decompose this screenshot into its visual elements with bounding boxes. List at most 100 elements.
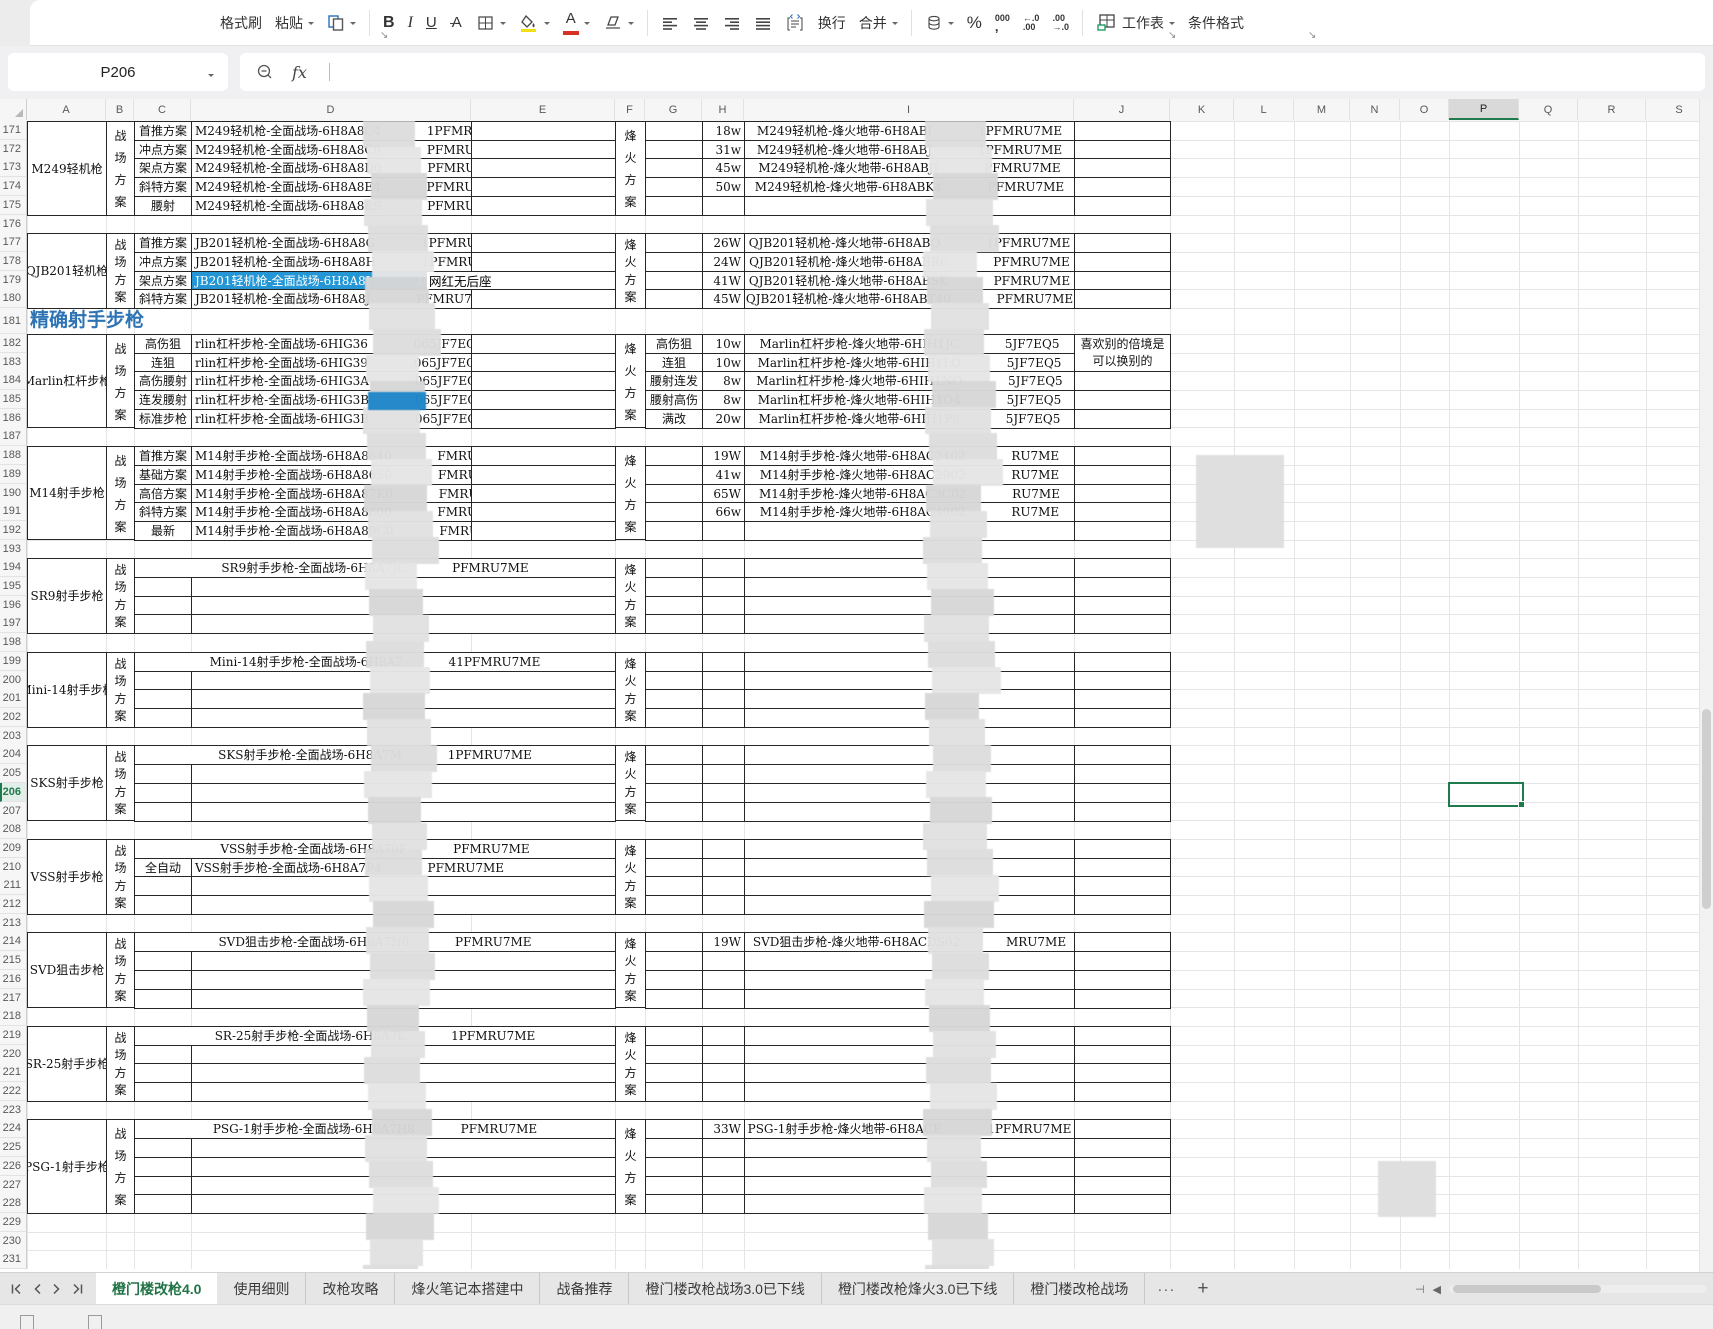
align-left-button[interactable]	[661, 16, 679, 30]
sheet-tab-0[interactable]: 橙门楼改枪4.0	[96, 1273, 218, 1305]
row-header-218[interactable]: 218	[0, 1007, 27, 1026]
col-header-F[interactable]: F	[615, 99, 645, 120]
search-icon[interactable]	[256, 63, 274, 81]
align-justify-button[interactable]	[754, 16, 772, 30]
dialog-launcher-icon[interactable]: ↘	[380, 30, 388, 41]
bold-button[interactable]: B	[383, 14, 395, 31]
col-header-B[interactable]: B	[106, 99, 134, 120]
prev-sheet-button[interactable]	[32, 1283, 42, 1295]
col-header-E[interactable]: E	[471, 99, 615, 120]
row-header-193[interactable]: 193	[0, 540, 27, 559]
thousands-separator-button[interactable]: 000,	[995, 14, 1010, 34]
decrease-decimal-button[interactable]: ←.0.00	[1023, 13, 1040, 32]
sheet-tab-1[interactable]: 使用细则	[217, 1273, 307, 1305]
add-sheet-button[interactable]: +	[1187, 1273, 1218, 1305]
row-header-172[interactable]: 172	[0, 140, 27, 159]
sheet-tab-3[interactable]: 烽火笔记本搭建中	[395, 1273, 541, 1305]
merge-cells-button[interactable]: 合并	[859, 16, 898, 30]
col-header-Q[interactable]: Q	[1519, 99, 1578, 120]
row-header-223[interactable]: 223	[0, 1101, 27, 1120]
clear-format-button[interactable]	[603, 14, 634, 32]
row-header-201[interactable]: 201	[0, 689, 27, 708]
row-header-180[interactable]: 180	[0, 289, 27, 308]
row-header-175[interactable]: 175	[0, 196, 27, 215]
row-header-216[interactable]: 216	[0, 970, 27, 989]
currency-format-button[interactable]	[925, 14, 954, 32]
row-header-181[interactable]: 181	[0, 308, 27, 334]
first-sheet-button[interactable]	[10, 1283, 22, 1295]
row-header-225[interactable]: 225	[0, 1138, 27, 1157]
sheet-tab-4[interactable]: 战备推荐	[540, 1273, 630, 1305]
horizontal-scrollbar[interactable]	[1449, 1285, 1707, 1293]
col-header-J[interactable]: J	[1074, 99, 1170, 120]
row-header-224[interactable]: 224	[0, 1119, 27, 1138]
row-header-227[interactable]: 227	[0, 1176, 27, 1195]
row-header-206[interactable]: 206	[0, 783, 27, 802]
col-header-L[interactable]: L	[1234, 99, 1294, 120]
percent-format-button[interactable]: %	[967, 14, 982, 31]
row-header-195[interactable]: 195	[0, 577, 27, 596]
sheet-tab-2[interactable]: 改枪攻略	[306, 1273, 396, 1305]
row-header-217[interactable]: 217	[0, 989, 27, 1008]
row-header-194[interactable]: 194	[0, 558, 27, 577]
borders-button[interactable]	[477, 14, 506, 32]
row-header-230[interactable]: 230	[0, 1232, 27, 1251]
row-header-199[interactable]: 199	[0, 652, 27, 671]
dialog-launcher-icon[interactable]: ↘	[1168, 30, 1176, 41]
row-header-207[interactable]: 207	[0, 802, 27, 821]
dialog-launcher-icon[interactable]: ↘	[1308, 30, 1316, 41]
vertical-scrollbar-thumb[interactable]	[1702, 709, 1711, 909]
col-header-M[interactable]: M	[1294, 99, 1350, 120]
wrap-brackets-button[interactable]	[785, 13, 805, 32]
row-header-205[interactable]: 205	[0, 764, 27, 783]
col-header-D[interactable]: D	[191, 99, 471, 120]
row-header-185[interactable]: 185	[0, 390, 27, 409]
row-header-197[interactable]: 197	[0, 614, 27, 633]
row-header-183[interactable]: 183	[0, 353, 27, 372]
row-header-179[interactable]: 179	[0, 271, 27, 290]
selected-cell-P206[interactable]	[1448, 782, 1525, 808]
row-header-196[interactable]: 196	[0, 596, 27, 615]
row-header-186[interactable]: 186	[0, 409, 27, 428]
strikethrough-button[interactable]: A	[449, 15, 464, 30]
next-sheet-button[interactable]	[52, 1283, 62, 1295]
col-header-I[interactable]: I	[744, 99, 1074, 120]
font-color-button[interactable]: A	[562, 11, 590, 35]
row-header-189[interactable]: 189	[0, 465, 27, 484]
row-header-210[interactable]: 210	[0, 858, 27, 877]
row-header-220[interactable]: 220	[0, 1045, 27, 1064]
conditional-format-button[interactable]: 条件格式	[1188, 16, 1244, 30]
increase-decimal-button[interactable]: .00 →.0	[1052, 13, 1069, 32]
fill-handle[interactable]	[1518, 801, 1525, 808]
wrap-text-button[interactable]: 换行	[818, 16, 846, 30]
col-header-P[interactable]: P	[1449, 99, 1519, 120]
row-header-171[interactable]: 171	[0, 121, 27, 140]
row-header-213[interactable]: 213	[0, 914, 27, 933]
row-header-203[interactable]: 203	[0, 727, 27, 746]
row-header-187[interactable]: 187	[0, 427, 27, 446]
row-header-209[interactable]: 209	[0, 839, 27, 858]
row-header-228[interactable]: 228	[0, 1194, 27, 1213]
col-header-A[interactable]: A	[27, 99, 106, 120]
row-header-200[interactable]: 200	[0, 671, 27, 690]
row-header-226[interactable]: 226	[0, 1157, 27, 1176]
row-header-174[interactable]: 174	[0, 177, 27, 196]
row-header-204[interactable]: 204	[0, 745, 27, 764]
horizontal-scrollbar-thumb[interactable]	[1453, 1285, 1601, 1293]
sheet-tab-7[interactable]: 橙门楼改枪战场	[1014, 1273, 1146, 1305]
row-header-184[interactable]: 184	[0, 371, 27, 390]
row-header-219[interactable]: 219	[0, 1026, 27, 1045]
row-header-182[interactable]: 182	[0, 334, 27, 353]
worksheet-button[interactable]: 工作表	[1096, 13, 1175, 32]
underline-button[interactable]: U	[426, 15, 437, 30]
row-header-231[interactable]: 231	[0, 1250, 27, 1269]
format-painter-button[interactable]: 格式刷	[220, 16, 262, 30]
col-header-O[interactable]: O	[1400, 99, 1449, 120]
col-header-C[interactable]: C	[134, 99, 191, 120]
row-header-173[interactable]: 173	[0, 158, 27, 177]
formula-bar[interactable]: fx	[240, 53, 1705, 91]
col-header-K[interactable]: K	[1170, 99, 1234, 120]
sheet-tab-5[interactable]: 橙门楼改枪战场3.0已下线	[629, 1273, 822, 1305]
row-header-202[interactable]: 202	[0, 708, 27, 727]
select-all-corner[interactable]	[0, 99, 27, 120]
